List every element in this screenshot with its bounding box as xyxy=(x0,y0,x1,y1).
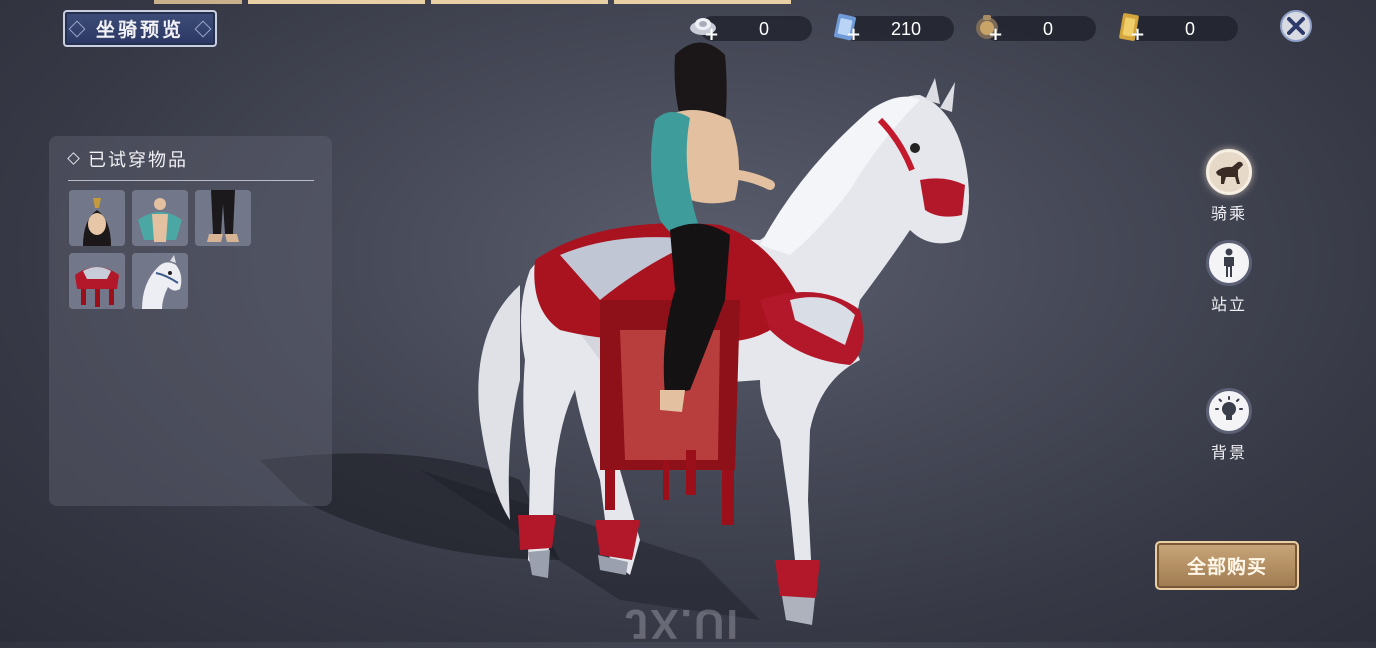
watermark: JX.UI xyxy=(625,601,741,648)
ride-button[interactable]: 骑乘 xyxy=(1203,149,1255,224)
diamond-icon xyxy=(67,151,80,165)
background-button[interactable]: 背景 xyxy=(1203,388,1255,463)
item-slot-hairstyle[interactable] xyxy=(69,190,125,246)
horse-icon xyxy=(1216,161,1243,184)
ride-button-circle xyxy=(1206,149,1252,195)
item-slot-pants[interactable] xyxy=(195,190,251,246)
background-label: 背景 xyxy=(1210,443,1247,462)
lightbulb-icon xyxy=(1215,396,1243,420)
hairstyle-item-icon xyxy=(69,190,125,246)
saddle-item-icon xyxy=(69,253,125,309)
ride-label: 骑乘 xyxy=(1210,204,1247,223)
stand-button[interactable]: 站立 xyxy=(1203,240,1255,315)
panel-title: 已试穿物品 xyxy=(67,146,188,172)
item-slot-horse[interactable] xyxy=(132,253,188,309)
top-outfit-item-icon xyxy=(132,190,188,246)
stand-button-circle xyxy=(1206,240,1252,286)
stand-label: 站立 xyxy=(1210,295,1247,314)
panel-title-text: 已试穿物品 xyxy=(88,150,188,171)
item-slot-saddle[interactable] xyxy=(69,253,125,309)
buy-all-button[interactable]: 全部购买 xyxy=(1155,541,1299,590)
buy-all-label: 全部购买 xyxy=(1186,556,1267,578)
divider xyxy=(68,180,314,181)
pants-item-icon xyxy=(195,190,251,246)
tried-items-panel: 已试穿物品 xyxy=(49,136,332,506)
item-slot-top[interactable] xyxy=(132,190,188,246)
background-button-circle xyxy=(1206,388,1252,434)
white-horse-item-icon xyxy=(132,253,188,309)
person-standing-icon xyxy=(1224,248,1234,277)
